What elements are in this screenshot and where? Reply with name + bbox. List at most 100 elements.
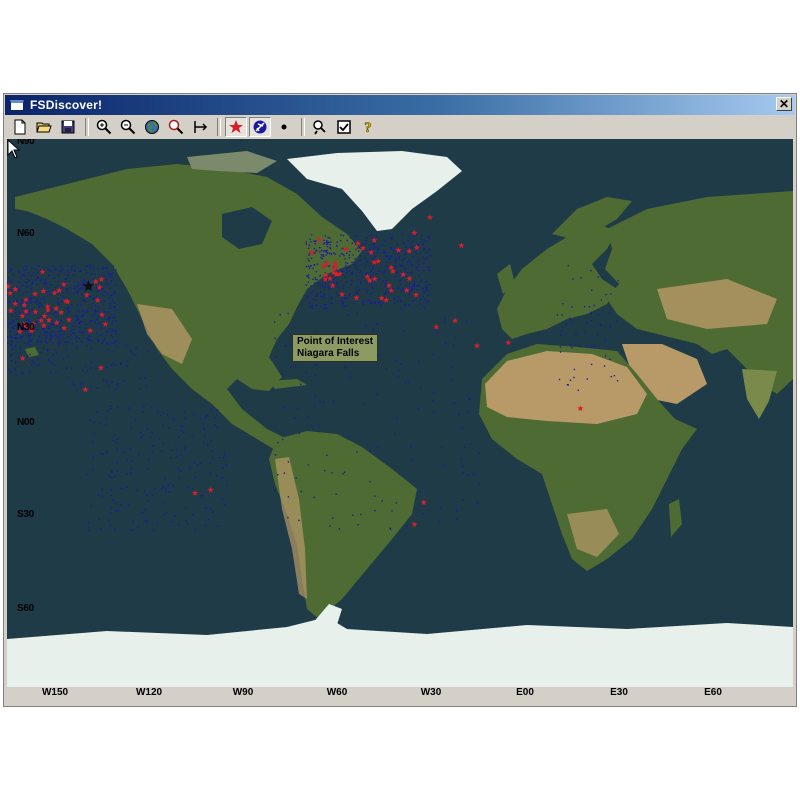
- airport-dot[interactable]: [274, 321, 276, 323]
- airport-dot[interactable]: [365, 288, 368, 291]
- airport-dot[interactable]: [7, 267, 8, 270]
- airport-dot[interactable]: [461, 465, 464, 467]
- airport-dot[interactable]: [67, 292, 70, 294]
- airport-dot[interactable]: [21, 275, 24, 277]
- airport-dot[interactable]: [349, 250, 351, 253]
- airport-dot[interactable]: [18, 272, 20, 274]
- airport-dot[interactable]: [107, 349, 109, 351]
- airport-dot[interactable]: [111, 320, 114, 322]
- airport-dot[interactable]: [333, 252, 335, 254]
- airport-dot[interactable]: [394, 260, 396, 262]
- airport-dot[interactable]: [342, 300, 344, 302]
- airport-dot[interactable]: [39, 333, 42, 335]
- airport-dot[interactable]: [87, 525, 89, 528]
- airport-dot[interactable]: [315, 299, 318, 301]
- airport-dot[interactable]: [147, 500, 150, 502]
- airport-dot[interactable]: [107, 317, 109, 319]
- airport-dot[interactable]: [14, 345, 17, 347]
- airport-dot[interactable]: [114, 528, 116, 530]
- airport-dot[interactable]: [87, 265, 89, 267]
- airport-dot[interactable]: [274, 356, 277, 358]
- airport-dot[interactable]: [425, 289, 427, 291]
- airport-dot[interactable]: [370, 233, 373, 235]
- airport-dot[interactable]: [306, 297, 308, 300]
- airport-dot[interactable]: [364, 265, 366, 267]
- airport-dot[interactable]: [7, 294, 9, 296]
- airport-dot[interactable]: [604, 339, 607, 342]
- airport-dot[interactable]: [52, 289, 54, 292]
- airport-dot[interactable]: [30, 290, 32, 292]
- airport-dot[interactable]: [476, 502, 479, 504]
- airport-dot[interactable]: [428, 249, 430, 251]
- airport-dot[interactable]: [410, 271, 413, 273]
- airport-dot[interactable]: [395, 272, 397, 274]
- airport-dot[interactable]: [25, 268, 27, 271]
- airport-dot[interactable]: [370, 244, 373, 246]
- airport-dot[interactable]: [422, 291, 424, 293]
- airport-dot[interactable]: [309, 267, 311, 269]
- airport-dot[interactable]: [342, 253, 344, 256]
- airport-dot[interactable]: [113, 440, 115, 442]
- airport-dot[interactable]: [325, 250, 327, 253]
- airport-dot[interactable]: [362, 303, 364, 306]
- airport-dot[interactable]: [47, 269, 50, 271]
- airport-dot[interactable]: [96, 411, 98, 413]
- airport-dot[interactable]: [139, 388, 141, 390]
- airport-dot[interactable]: [90, 386, 92, 388]
- airport-dot[interactable]: [48, 359, 50, 361]
- airport-dot[interactable]: [12, 348, 14, 350]
- airport-dot[interactable]: [309, 238, 311, 240]
- airport-dot[interactable]: [372, 274, 375, 276]
- airport-dot[interactable]: [323, 239, 325, 242]
- airport-dot[interactable]: [82, 369, 84, 372]
- airport-dot[interactable]: [335, 277, 337, 279]
- airport-dot[interactable]: [378, 270, 380, 272]
- airport-dot[interactable]: [279, 313, 281, 316]
- airport-dot[interactable]: [390, 248, 393, 250]
- airport-dot[interactable]: [204, 524, 207, 527]
- airport-dot[interactable]: [71, 266, 73, 268]
- airport-dot[interactable]: [101, 274, 103, 276]
- airport-dot[interactable]: [287, 516, 289, 519]
- airport-dot[interactable]: [429, 284, 431, 286]
- airport-dot[interactable]: [445, 342, 447, 344]
- airport-dot[interactable]: [111, 316, 114, 319]
- airport-dot[interactable]: [94, 273, 96, 275]
- airport-dot[interactable]: [151, 407, 153, 409]
- airport-dot[interactable]: [418, 361, 420, 363]
- airport-dot[interactable]: [427, 269, 429, 271]
- airport-dot[interactable]: [592, 345, 594, 347]
- airport-dot[interactable]: [377, 249, 379, 251]
- airport-dot[interactable]: [67, 308, 69, 310]
- airport-dot[interactable]: [216, 426, 218, 428]
- airport-dot[interactable]: [76, 388, 78, 391]
- airport-dot[interactable]: [359, 259, 361, 261]
- airport-dot[interactable]: [94, 321, 96, 323]
- airport-dot[interactable]: [74, 315, 76, 318]
- airport-dot[interactable]: [59, 326, 61, 328]
- airport-dot[interactable]: [112, 299, 114, 301]
- airport-dot[interactable]: [101, 268, 103, 270]
- airport-dot[interactable]: [32, 271, 35, 274]
- airport-dot[interactable]: [561, 314, 563, 316]
- airport-dot[interactable]: [386, 266, 388, 268]
- airport-dot[interactable]: [146, 428, 148, 430]
- airport-dot[interactable]: [127, 504, 130, 506]
- airport-dot[interactable]: [216, 413, 218, 416]
- airport-dot[interactable]: [328, 252, 330, 254]
- airport-dot[interactable]: [99, 334, 101, 336]
- airport-dot[interactable]: [364, 242, 366, 245]
- airport-dot[interactable]: [96, 332, 98, 334]
- airport-dot[interactable]: [312, 278, 314, 281]
- airport-dot[interactable]: [384, 255, 387, 257]
- airport-dot[interactable]: [16, 318, 18, 320]
- airport-dot[interactable]: [185, 507, 187, 510]
- whole-world-button[interactable]: [141, 117, 163, 137]
- airport-dot[interactable]: [20, 371, 22, 374]
- airport-dot[interactable]: [89, 267, 91, 270]
- airport-dot[interactable]: [187, 486, 189, 489]
- airport-dot[interactable]: [403, 258, 405, 260]
- airport-dot[interactable]: [428, 300, 430, 302]
- airport-dot[interactable]: [77, 281, 79, 284]
- airport-dot[interactable]: [346, 239, 348, 242]
